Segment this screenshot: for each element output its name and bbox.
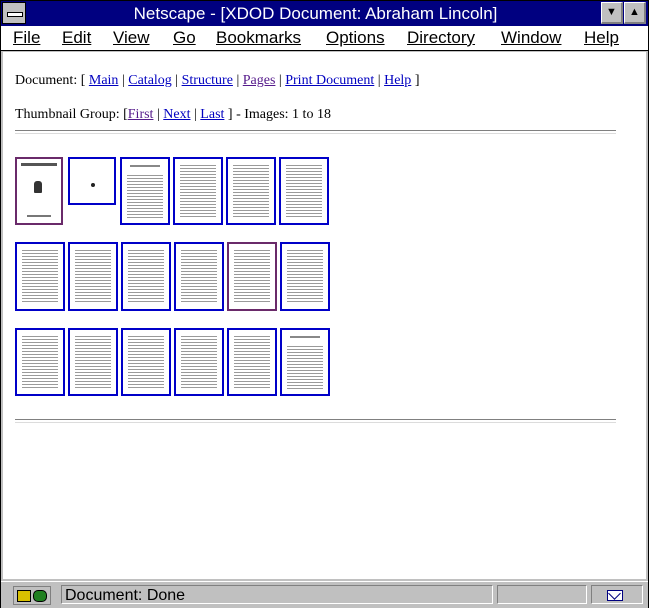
menu-file[interactable]: File [13,28,40,48]
menu-options[interactable]: Options [326,28,385,48]
maximize-icon: ▲ [629,6,640,18]
page-thumbnail[interactable] [280,328,330,396]
page-thumbnail[interactable] [226,157,276,225]
document-nav: Document: [ Main | Catalog | Structure |… [15,73,420,88]
page-thumbnail[interactable] [174,328,224,396]
page-thumbnail[interactable] [15,242,65,311]
page-mark [91,183,95,187]
link-help[interactable]: Help [384,73,411,88]
page-thumbnail[interactable] [68,242,118,311]
divider-bottom [15,419,616,423]
page-text-lines [75,250,111,304]
link-pages[interactable]: Pages [243,73,276,88]
page-thumbnail[interactable] [120,157,170,225]
cover-portrait-icon [34,181,42,193]
page-text-lines [22,336,58,389]
link-structure[interactable]: Structure [182,73,233,88]
page-heading-mark [130,165,160,167]
minimize-icon: ▼ [606,6,617,18]
page-thumbnail[interactable] [68,328,118,396]
link-last[interactable]: Last [200,107,224,122]
document-nav-label: Document: [ [15,73,86,88]
link-first[interactable]: First [128,107,154,122]
thumbnail-nav: Thumbnail Group: [First | Next | Last ] … [15,107,331,122]
thumbnail-nav-label: Thumbnail Group: [ [15,107,128,122]
link-print-document[interactable]: Print Document [285,73,374,88]
page-text-lines [128,336,164,389]
page-text-lines [75,336,111,389]
title-bar: Netscape - [XDOD Document: Abraham Linco… [1,1,648,26]
page-thumbnail[interactable] [68,157,116,205]
maximize-button[interactable]: ▲ [624,2,646,24]
link-next[interactable]: Next [163,107,190,122]
link-catalog[interactable]: Catalog [128,73,172,88]
page-thumbnail[interactable] [227,328,277,396]
system-menu-button[interactable] [2,2,26,24]
page-text-lines [286,165,322,218]
page-thumbnail[interactable] [174,242,224,311]
menu-go[interactable]: Go [173,28,196,48]
menu-window[interactable]: Window [501,28,561,48]
page-content: Document: [ Main | Catalog | Structure |… [3,52,646,579]
status-text: Document: Done [61,585,493,604]
page-thumbnail[interactable] [227,242,277,311]
page-thumbnail[interactable] [121,242,171,311]
page-text-lines [233,165,269,218]
document-nav-close: ] [414,73,420,88]
page-text-lines [181,336,217,389]
link-main[interactable]: Main [89,73,119,88]
page-thumbnail[interactable] [280,242,330,311]
browser-window: Netscape - [XDOD Document: Abraham Linco… [0,0,649,608]
window-title: Netscape - [XDOD Document: Abraham Linco… [133,4,498,23]
key-icon [17,590,31,602]
menu-edit[interactable]: Edit [62,28,91,48]
page-thumbnail[interactable] [279,157,329,225]
page-text-lines [22,250,58,304]
page-text-lines [180,165,216,218]
menu-directory[interactable]: Directory [407,28,475,48]
status-bar: Document: Done [1,581,648,608]
page-thumbnail[interactable] [15,328,65,396]
security-status-button[interactable] [13,586,51,605]
system-menu-icon [7,12,23,17]
page-text-lines [287,346,323,389]
page-text-lines [234,250,270,304]
page-text-lines [181,250,217,304]
mail-button[interactable] [591,585,643,604]
cover-footer-mark [27,215,51,217]
page-text-lines [234,336,270,389]
thumbnail-range: ] - Images: 1 to 18 [227,107,331,122]
divider-top [15,130,616,134]
page-text-lines [128,250,164,304]
page-text-lines [127,175,163,218]
menu-view[interactable]: View [113,28,150,48]
minimize-button[interactable]: ▼ [601,2,623,24]
page-thumbnail[interactable] [173,157,223,225]
menu-bookmarks[interactable]: Bookmarks [216,28,301,48]
page-text-lines [287,250,323,304]
mail-envelope-icon [607,590,623,601]
page-thumbnail[interactable] [121,328,171,396]
page-thumbnail[interactable] [15,157,63,225]
progress-field [497,585,587,604]
menu-bar: File Edit View Go Bookmarks Options Dire… [1,26,648,51]
menu-help[interactable]: Help [584,28,619,48]
security-indicator-icon [33,590,47,602]
page-heading-mark [290,336,320,338]
cover-title-mark [21,163,57,166]
